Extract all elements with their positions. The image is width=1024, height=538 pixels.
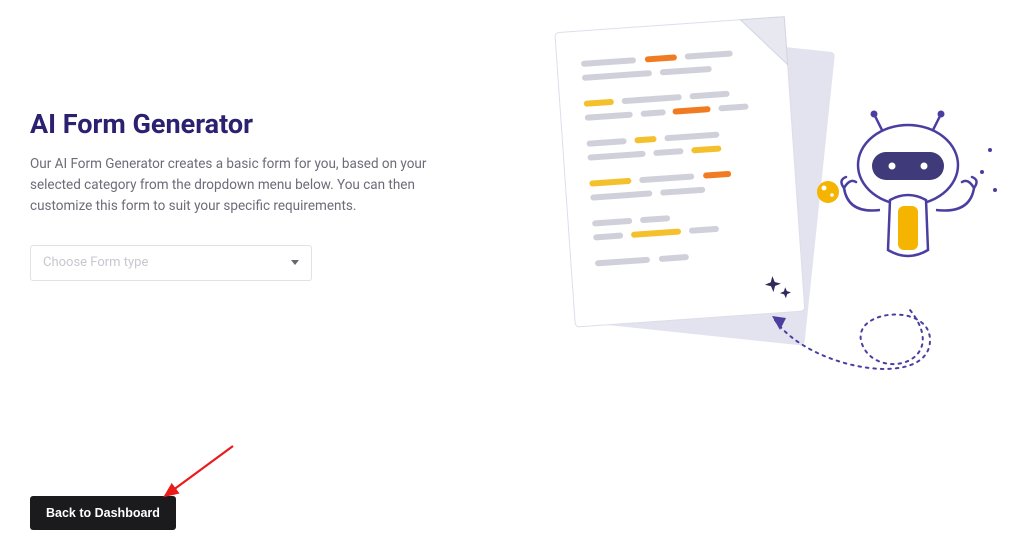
page-description: Our AI Form Generator creates a basic fo… (30, 154, 470, 217)
content-area: AI Form Generator Our AI Form Generator … (30, 108, 470, 281)
hero-illustration (510, 10, 1020, 430)
illustration-svg (510, 10, 1020, 430)
back-to-dashboard-button[interactable]: Back to Dashboard (30, 496, 176, 530)
chevron-down-icon (291, 260, 299, 265)
page-title: AI Form Generator (30, 108, 470, 140)
form-type-select[interactable]: Choose Form type (30, 245, 312, 281)
form-type-select-placeholder: Choose Form type (43, 255, 148, 270)
